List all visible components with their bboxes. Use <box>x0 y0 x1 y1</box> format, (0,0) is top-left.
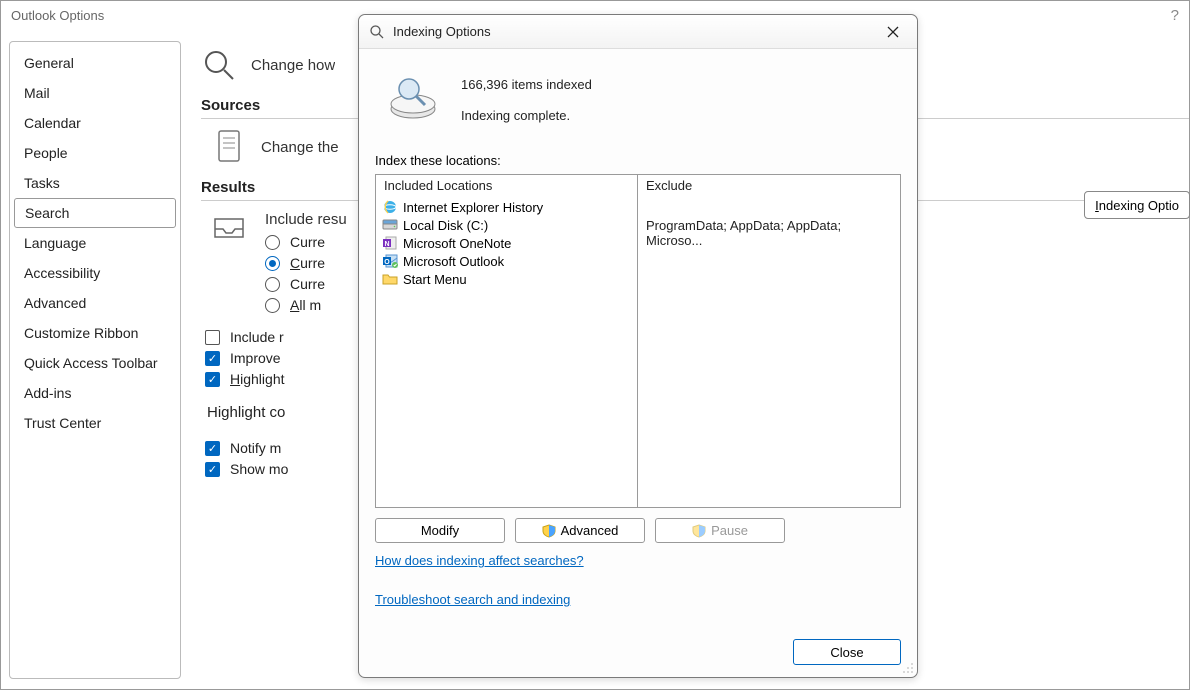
indexing-options-button[interactable]: Indexing Optio <box>1084 191 1190 219</box>
checkbox-icon: ✓ <box>205 372 220 387</box>
checkbox-label: Show mo <box>230 461 288 477</box>
search-small-icon <box>369 24 385 40</box>
search-icon <box>201 47 237 83</box>
indexing-status-label: Indexing complete. <box>461 100 592 131</box>
dialog-title: Indexing Options <box>393 24 879 39</box>
checkbox-label: Improve <box>230 350 281 366</box>
help-link-troubleshoot[interactable]: Troubleshoot search and indexing <box>375 592 901 607</box>
location-label: Internet Explorer History <box>403 200 543 215</box>
document-icon <box>211 129 247 165</box>
locations-list[interactable]: Included Locations Internet Explorer His… <box>375 174 901 508</box>
location-label: Local Disk (C:) <box>403 218 488 233</box>
exclude-value: ProgramData; AppData; AppData; Microso..… <box>638 216 900 250</box>
disk-icon <box>382 217 398 233</box>
items-indexed-label: 166,396 items indexed <box>461 69 592 100</box>
window-title: Outlook Options <box>11 1 104 31</box>
radio-icon <box>265 235 280 250</box>
sidebar-item-trust-center[interactable]: Trust Center <box>10 408 180 438</box>
index-these-label: Index these locations: <box>375 153 901 168</box>
shield-icon <box>542 524 556 538</box>
radio-icon <box>265 277 280 292</box>
outlook-options-window: Outlook Options ? GeneralMailCalendarPeo… <box>0 0 1190 690</box>
svg-text:O: O <box>384 259 390 266</box>
radio-icon <box>265 256 280 271</box>
resize-grip-icon[interactable] <box>902 662 914 674</box>
checkbox-label: Notify m <box>230 440 281 456</box>
onenote-icon: N <box>382 235 398 251</box>
location-label: Microsoft OneNote <box>403 236 511 251</box>
dialog-close-button[interactable] <box>879 18 907 46</box>
indexing-drive-icon <box>385 71 441 127</box>
sidebar-item-people[interactable]: People <box>10 138 180 168</box>
help-button[interactable]: ? <box>1171 1 1179 31</box>
sidebar-item-accessibility[interactable]: Accessibility <box>10 258 180 288</box>
inbox-icon <box>211 211 247 247</box>
location-item[interactable]: O Microsoft Outlook <box>376 252 637 270</box>
modify-button[interactable]: Modify <box>375 518 505 543</box>
sidebar-item-customize-ribbon[interactable]: Customize Ribbon <box>10 318 180 348</box>
included-header: Included Locations <box>376 175 637 196</box>
sidebar-item-mail[interactable]: Mail <box>10 78 180 108</box>
location-label: Microsoft Outlook <box>403 254 504 269</box>
sidebar: GeneralMailCalendarPeopleTasksSearchLang… <box>9 41 181 679</box>
sidebar-item-advanced[interactable]: Advanced <box>10 288 180 318</box>
checkbox-icon: ✓ <box>205 351 220 366</box>
checkbox-icon: ✓ <box>205 441 220 456</box>
sidebar-item-add-ins[interactable]: Add-ins <box>10 378 180 408</box>
location-item[interactable]: Internet Explorer History <box>376 198 637 216</box>
advanced-button[interactable]: Advanced <box>515 518 645 543</box>
location-item[interactable]: Local Disk (C:) <box>376 216 637 234</box>
indexing-options-dialog: Indexing Options 166,396 items indexed I… <box>358 14 918 678</box>
location-label: Start Menu <box>403 272 467 287</box>
location-item[interactable]: N Microsoft OneNote <box>376 234 637 252</box>
sidebar-item-language[interactable]: Language <box>10 228 180 258</box>
ie-icon <box>382 199 398 215</box>
change-how-label: Change how <box>251 57 335 74</box>
dialog-title-bar: Indexing Options <box>359 15 917 49</box>
shield-icon <box>692 524 706 538</box>
svg-text:N: N <box>384 241 389 248</box>
radio-label: Curre <box>290 276 325 292</box>
radio-label: Curre <box>290 255 325 271</box>
sidebar-item-quick-access-toolbar[interactable]: Quick Access Toolbar <box>10 348 180 378</box>
folder-icon <box>382 271 398 287</box>
help-link-searches[interactable]: How does indexing affect searches? <box>375 553 901 568</box>
checkbox-icon: ✓ <box>205 462 220 477</box>
sidebar-item-tasks[interactable]: Tasks <box>10 168 180 198</box>
exclude-header: Exclude <box>638 175 900 196</box>
radio-label: Curre <box>290 234 325 250</box>
radio-label: All m <box>290 297 321 313</box>
radio-icon <box>265 298 280 313</box>
close-button[interactable]: Close <box>793 639 901 665</box>
change-the-label: Change the <box>261 139 339 156</box>
checkbox-label: Highlight <box>230 371 285 387</box>
checkbox-label: Include r <box>230 329 284 345</box>
sidebar-item-search[interactable]: Search <box>14 198 176 228</box>
pause-button: Pause <box>655 518 785 543</box>
sidebar-item-calendar[interactable]: Calendar <box>10 108 180 138</box>
location-item[interactable]: Start Menu <box>376 270 637 288</box>
sidebar-item-general[interactable]: General <box>10 48 180 78</box>
checkbox-icon <box>205 330 220 345</box>
outlook-icon: O <box>382 253 398 269</box>
